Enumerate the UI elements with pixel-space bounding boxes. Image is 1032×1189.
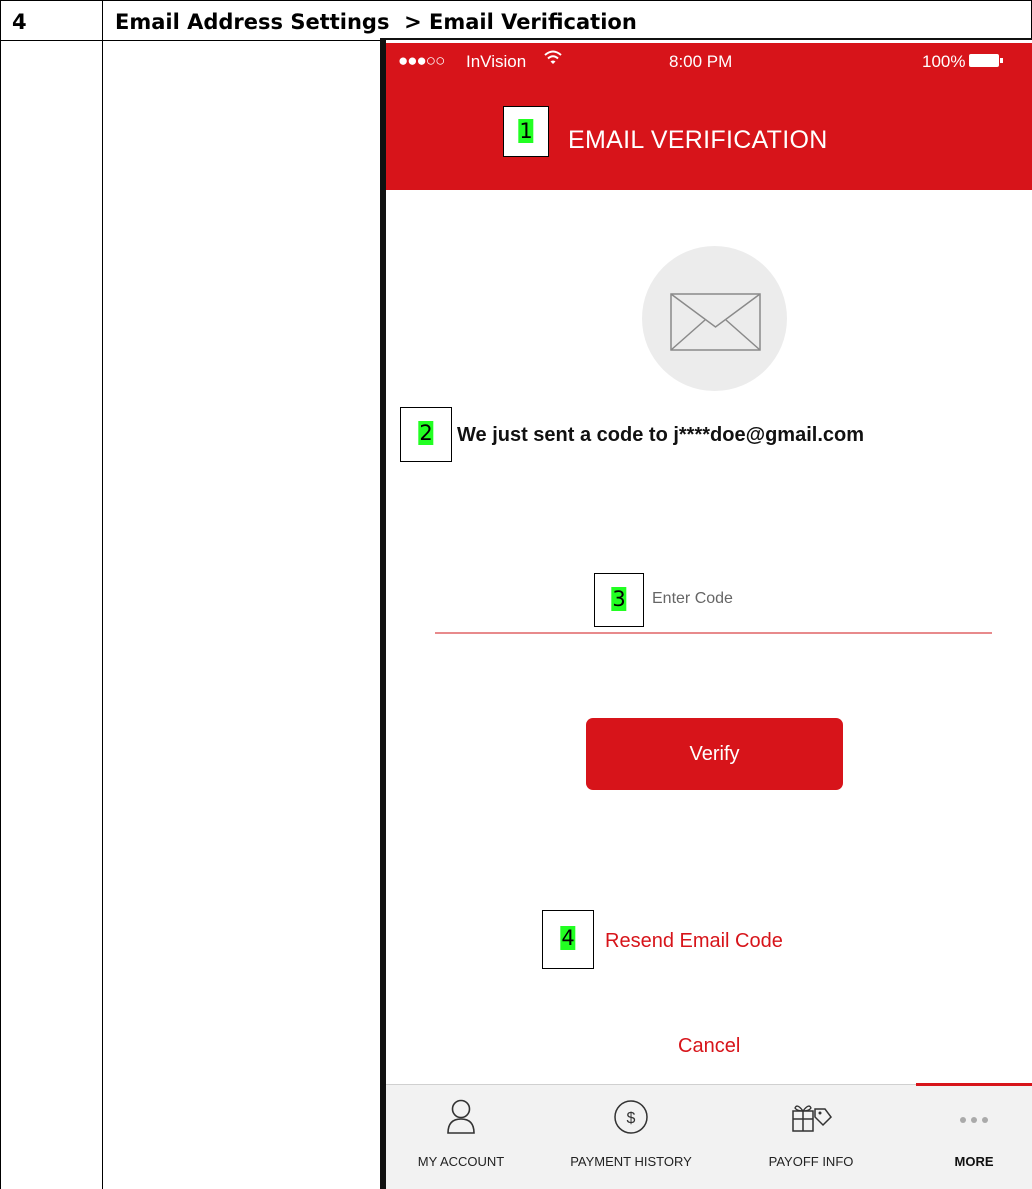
tab-label: PAYMENT HISTORY — [570, 1154, 692, 1169]
code-sent-message: We just sent a code to j****doe@gmail.co… — [457, 424, 865, 446]
tab-more[interactable]: MORE — [916, 1085, 1032, 1189]
callout-marker-3: 3 — [594, 573, 644, 627]
person-icon — [446, 1099, 476, 1140]
carrier-name: InVision — [466, 52, 527, 71]
status-time: 8:00 PM — [669, 52, 733, 71]
svg-text:$: $ — [627, 1110, 636, 1127]
tab-label: MY ACCOUNT — [417, 1154, 505, 1169]
page-title: EMAIL VERIFICATION — [568, 126, 828, 154]
callout-marker-4: 4 — [542, 910, 594, 969]
verify-button[interactable]: Verify — [586, 718, 843, 790]
app-header: ●●●○○ InVision 8:00 PM 100% 1 EMAIL VERI… — [386, 43, 1032, 190]
resend-email-code-link[interactable]: Resend Email Code — [605, 930, 783, 953]
callout-marker-2: 2 — [400, 407, 452, 462]
battery-percent: 100% — [922, 52, 966, 71]
wifi-icon — [544, 50, 562, 71]
dollar-circle-icon: $ — [613, 1099, 649, 1140]
table-left-border — [0, 0, 1, 1189]
tab-payment-history[interactable]: $ PAYMENT HISTORY — [536, 1085, 726, 1189]
bottom-tab-bar: MY ACCOUNT $ PAYMENT HISTORY PAYOFF INFO… — [386, 1083, 1032, 1189]
status-bar: ●●●○○ InVision 8:00 PM 100% — [386, 43, 1032, 79]
phone-screen: ●●●○○ InVision 8:00 PM 100% 1 EMAIL VERI… — [380, 40, 1032, 1189]
envelope-badge — [642, 246, 787, 391]
phone-frame-left — [380, 40, 386, 1189]
tab-my-account[interactable]: MY ACCOUNT — [386, 1085, 536, 1189]
callout-marker-1: 1 — [503, 106, 549, 157]
table-top-border — [0, 0, 1032, 1]
table-column-divider — [102, 0, 103, 1189]
tab-label: PAYOFF INFO — [768, 1154, 854, 1169]
gift-tag-icon — [789, 1099, 833, 1140]
signal-strength: ●●●○○ — [398, 51, 445, 70]
tab-label: MORE — [954, 1154, 994, 1169]
cancel-link[interactable]: Cancel — [678, 1035, 740, 1058]
step-number: 4 — [12, 10, 27, 34]
input-underline — [435, 632, 992, 634]
envelope-icon — [670, 293, 761, 351]
battery-icon — [969, 54, 1003, 67]
more-dots-icon — [959, 1111, 989, 1129]
verification-code-input[interactable] — [652, 590, 902, 608]
section-heading: Email Address Settings > Email Verificat… — [115, 10, 637, 34]
tab-payoff-info[interactable]: PAYOFF INFO — [726, 1085, 896, 1189]
